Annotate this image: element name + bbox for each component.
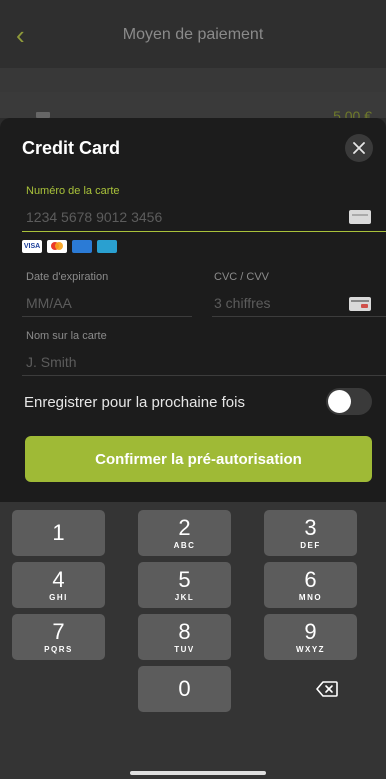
key-2[interactable]: 2 ABC (138, 510, 231, 556)
key-letters: PQRS (44, 644, 73, 654)
card-number-underline (22, 231, 386, 232)
save-card-toggle[interactable] (326, 388, 372, 415)
close-button[interactable] (345, 134, 373, 162)
key-5[interactable]: 5 JKL (138, 562, 231, 608)
cb-logo (97, 240, 117, 253)
confirm-preauthorization-button[interactable]: Confirmer la pré-autorisation (25, 436, 372, 482)
key-letters: GHI (49, 592, 68, 602)
sheet-title: Credit Card (22, 138, 121, 158)
key-letters: TUV (174, 644, 195, 654)
close-icon (353, 142, 365, 154)
numeric-keypad: 1 2 ABC 3 DEF 4 GHI 5 JKL 6 MNO 7 PQRS 8… (0, 502, 386, 779)
card-brands: VISA (22, 240, 117, 253)
key-digit: 6 (304, 566, 317, 592)
home-indicator (130, 771, 266, 775)
toggle-knob (328, 390, 351, 413)
cvc-card-icon (349, 297, 371, 311)
key-digit: 9 (304, 618, 317, 644)
name-underline (22, 375, 386, 376)
backspace-icon (315, 681, 338, 697)
card-icon (349, 210, 371, 224)
cvc-label: CVC / CVV (214, 271, 270, 283)
key-digit: 1 (52, 520, 65, 545)
key-letters: DEF (300, 540, 321, 550)
key-6[interactable]: 6 MNO (264, 562, 357, 608)
key-digit: 0 (178, 676, 191, 701)
mastercard-logo (47, 240, 67, 253)
background-title: Moyen de paiement (122, 26, 264, 43)
key-letters: ABC (173, 540, 196, 550)
key-digit: 7 (52, 618, 65, 644)
key-3[interactable]: 3 DEF (264, 510, 357, 556)
background-row-strip (0, 92, 386, 118)
key-9[interactable]: 9 WXYZ (264, 614, 357, 660)
cvc-underline (212, 316, 386, 317)
cvc-input[interactable] (214, 293, 340, 313)
name-label: Nom sur la carte (26, 330, 107, 342)
expiry-input[interactable] (26, 293, 186, 313)
key-7[interactable]: 7 PQRS (12, 614, 105, 660)
key-1[interactable]: 1 (12, 510, 105, 556)
key-8[interactable]: 8 TUV (138, 614, 231, 660)
background-header: ‹ Moyen de paiement (0, 0, 386, 68)
key-letters: WXYZ (295, 644, 326, 654)
key-letters: JKL (174, 592, 195, 602)
key-digit: 8 (178, 618, 191, 644)
key-letters: MNO (298, 592, 323, 602)
key-digit: 2 (178, 514, 191, 540)
visa-logo: VISA (22, 240, 42, 253)
key-0[interactable]: 0 (138, 666, 231, 712)
save-card-label: Enregistrer pour la prochaine fois (24, 394, 245, 411)
expiry-label: Date d'expiration (26, 271, 109, 283)
key-4[interactable]: 4 GHI (12, 562, 105, 608)
amex-logo (72, 240, 92, 253)
key-digit: 5 (178, 566, 191, 592)
key-digit: 4 (52, 566, 65, 592)
card-number-label: Numéro de la carte (26, 185, 120, 197)
card-number-input[interactable] (26, 207, 336, 227)
backspace-key[interactable] (280, 666, 373, 712)
name-input[interactable] (26, 352, 356, 372)
expiry-underline (22, 316, 192, 317)
key-digit: 3 (304, 514, 317, 540)
